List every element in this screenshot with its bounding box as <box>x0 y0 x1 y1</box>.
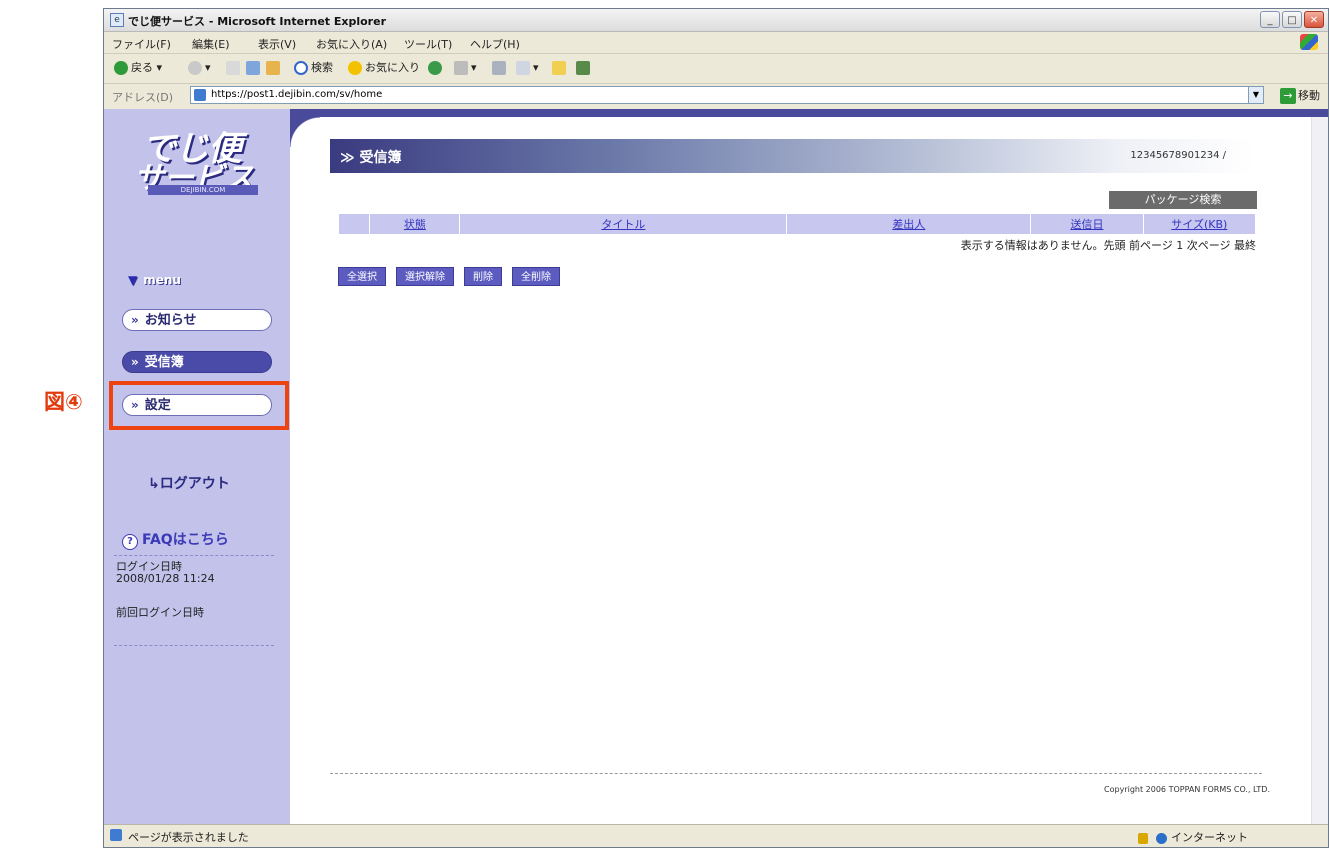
menu-edit[interactable]: 編集(E) <box>192 36 230 52</box>
status-bar: ページが表示されました インターネット <box>104 824 1328 847</box>
home-button[interactable] <box>266 60 283 76</box>
column-size[interactable]: サイズ(KB) <box>1142 213 1257 235</box>
column-sender[interactable]: 差出人 <box>786 213 1032 235</box>
logout-arrow-icon: ↳ <box>148 476 160 492</box>
sidebar: でじ便 サービス DEJIBIN.COM ▼ menu » お知らせ » 受信簿 » 設… <box>104 109 290 825</box>
double-chevron-icon: » <box>131 355 139 369</box>
favorites-button[interactable]: お気に入り <box>348 60 420 76</box>
print-icon <box>492 61 506 75</box>
address-url: https://post1.dejibin.com/sv/home <box>211 89 383 100</box>
page-title: ≫ 受信簿 <box>340 150 402 166</box>
history-icon <box>428 61 442 75</box>
nav-news-button[interactable]: » お知らせ <box>122 309 272 331</box>
column-sent-date[interactable]: 送信日 <box>1030 213 1144 235</box>
select-column-header <box>337 213 371 235</box>
menu-favorites[interactable]: お気に入り(A) <box>316 36 387 52</box>
prev-login-label: 前回ログイン日時 <box>116 606 204 619</box>
delete-button[interactable]: 削除 <box>464 267 502 286</box>
page-viewport: でじ便 サービス DEJIBIN.COM ▼ menu » お知らせ » 受信簿 » 設… <box>104 109 1328 825</box>
toolbar: 戻る ▾ ▾ 検索 お気に入り ▾ ▾ <box>104 53 1328 84</box>
divider <box>114 645 274 646</box>
menu-bar: ファイル(F) 編集(E) 表示(V) お気に入り(A) ツール(T) ヘルプ(… <box>104 31 1328 54</box>
messenger-button[interactable] <box>576 60 593 76</box>
annotation-label: 図④ <box>44 390 83 414</box>
close-icon[interactable]: ✕ <box>1304 11 1324 28</box>
refresh-button[interactable] <box>246 60 263 76</box>
window-title: でじ便サービス - Microsoft Internet Explorer <box>128 15 386 28</box>
home-icon <box>266 61 280 75</box>
minimize-icon[interactable]: _ <box>1260 11 1280 28</box>
action-buttons: 全選択 選択解除 削除 全削除 <box>338 267 560 286</box>
messenger-icon <box>576 61 590 75</box>
folder-button[interactable] <box>552 60 569 76</box>
triangle-down-icon: ▼ <box>128 273 138 287</box>
folder-icon <box>552 61 566 75</box>
corner-curve <box>290 117 320 147</box>
address-input[interactable]: https://post1.dejibin.com/sv/home <box>190 86 1264 104</box>
footer-divider <box>330 773 1262 774</box>
mail-icon <box>454 61 468 75</box>
address-dropdown-icon[interactable]: ▼ <box>1248 86 1264 104</box>
menu-help[interactable]: ヘルプ(H) <box>470 36 520 52</box>
copyright: Copyright 2006 TOPPAN FORMS CO., LTD. <box>1104 785 1270 794</box>
windows-logo-icon <box>1300 34 1318 50</box>
menu-file[interactable]: ファイル(F) <box>112 36 171 52</box>
stop-icon <box>226 61 240 75</box>
back-arrow-icon <box>114 61 128 75</box>
menu-view[interactable]: 表示(V) <box>258 36 296 52</box>
page-icon <box>194 89 206 101</box>
user-id: 12345678901234 / <box>1130 150 1226 161</box>
column-title[interactable]: タイトル <box>459 213 788 235</box>
pager-text: 表示する情報はありません。先頭 前ページ 1 次ページ 最終 <box>960 239 1256 252</box>
edit-button[interactable]: ▾ <box>516 60 539 76</box>
security-zone: インターネット <box>1138 829 1248 845</box>
inbox-header: ≫ 受信簿 12345678901234 / <box>330 139 1256 173</box>
go-arrow-icon: → <box>1280 88 1296 104</box>
table-header-row: 状態 タイトル 差出人 送信日 サイズ(KB) <box>337 213 1257 235</box>
select-all-button[interactable]: 全選択 <box>338 267 386 286</box>
logo-sub: DEJIBIN.COM <box>148 185 258 195</box>
globe-icon <box>1156 832 1167 844</box>
go-button[interactable]: → 移動 <box>1280 87 1320 104</box>
question-icon: ? <box>122 534 138 550</box>
page-done-icon <box>110 829 122 841</box>
lock-icon <box>1138 832 1148 844</box>
nav-inbox-button[interactable]: » 受信簿 <box>122 351 272 373</box>
double-chevron-down-icon: ≫ <box>340 150 360 166</box>
ie-page-icon: e <box>110 13 124 27</box>
stop-button[interactable] <box>226 60 243 76</box>
status-message: ページが表示されました <box>128 831 249 844</box>
vertical-scrollbar[interactable] <box>1311 117 1328 825</box>
divider <box>114 555 274 556</box>
menu-heading: ▼ menu <box>128 273 181 287</box>
print-button[interactable] <box>492 60 509 76</box>
maximize-icon[interactable]: □ <box>1282 11 1302 28</box>
search-icon <box>294 61 308 75</box>
annotation-highlight-box <box>109 381 289 430</box>
refresh-icon <box>246 61 260 75</box>
edit-icon <box>516 61 530 75</box>
forward-button[interactable]: ▾ <box>188 60 211 76</box>
faq-link[interactable]: ? FAQはこちら <box>122 529 229 550</box>
double-chevron-icon: » <box>131 313 139 327</box>
back-button[interactable]: 戻る ▾ <box>114 60 162 76</box>
search-button[interactable]: 検索 <box>294 60 333 76</box>
deselect-button[interactable]: 選択解除 <box>396 267 454 286</box>
star-icon <box>348 61 362 75</box>
logout-link[interactable]: ↳ログアウト <box>148 473 230 493</box>
column-status[interactable]: 状態 <box>369 213 461 235</box>
service-logo[interactable]: でじ便 サービス DEJIBIN.COM <box>112 121 282 196</box>
package-search-button[interactable]: パッケージ検索 <box>1109 191 1257 209</box>
address-label: アドレス(D) <box>112 91 174 104</box>
login-value: 2008/01/28 11:24 <box>116 572 215 585</box>
inbox-table: 状態 タイトル 差出人 送信日 サイズ(KB) <box>337 213 1257 235</box>
title-bar: e でじ便サービス - Microsoft Internet Explorer … <box>104 9 1328 32</box>
mail-button[interactable]: ▾ <box>454 60 477 76</box>
forward-arrow-icon <box>188 61 202 75</box>
address-bar: アドレス(D) https://post1.dejibin.com/sv/hom… <box>104 83 1328 110</box>
window-controls: _ □ ✕ <box>1260 11 1324 28</box>
delete-all-button[interactable]: 全削除 <box>512 267 560 286</box>
menu-tools[interactable]: ツール(T) <box>404 36 452 52</box>
history-button[interactable] <box>428 60 445 76</box>
